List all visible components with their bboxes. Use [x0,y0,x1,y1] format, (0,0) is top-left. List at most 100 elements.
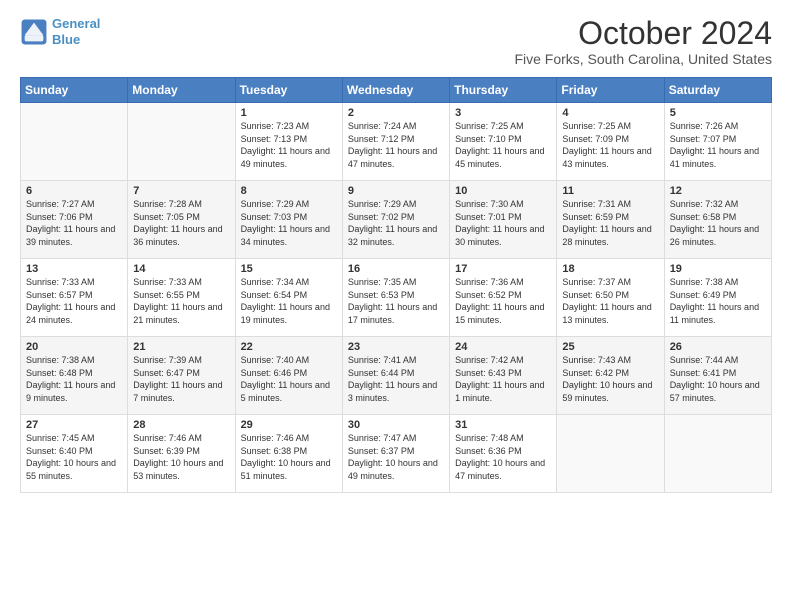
day-number: 3 [455,107,551,119]
calendar-cell: 11Sunrise: 7:31 AM Sunset: 6:59 PM Dayli… [557,181,664,259]
calendar-cell: 21Sunrise: 7:39 AM Sunset: 6:47 PM Dayli… [128,337,235,415]
day-info: Sunrise: 7:39 AM Sunset: 6:47 PM Dayligh… [133,354,229,404]
day-number: 8 [241,185,337,197]
calendar-cell: 26Sunrise: 7:44 AM Sunset: 6:41 PM Dayli… [664,337,771,415]
calendar-cell: 17Sunrise: 7:36 AM Sunset: 6:52 PM Dayli… [450,259,557,337]
title-block: October 2024 Five Forks, South Carolina,… [514,16,772,67]
month-title: October 2024 [514,16,772,51]
page: General Blue October 2024 Five Forks, So… [0,0,792,612]
calendar-cell: 9Sunrise: 7:29 AM Sunset: 7:02 PM Daylig… [342,181,449,259]
day-number: 9 [348,185,444,197]
calendar-cell: 13Sunrise: 7:33 AM Sunset: 6:57 PM Dayli… [21,259,128,337]
day-info: Sunrise: 7:45 AM Sunset: 6:40 PM Dayligh… [26,432,122,482]
day-number: 4 [562,107,658,119]
calendar-week-1: 1Sunrise: 7:23 AM Sunset: 7:13 PM Daylig… [21,103,772,181]
calendar-cell: 7Sunrise: 7:28 AM Sunset: 7:05 PM Daylig… [128,181,235,259]
calendar-cell: 8Sunrise: 7:29 AM Sunset: 7:03 PM Daylig… [235,181,342,259]
day-number: 13 [26,263,122,275]
day-info: Sunrise: 7:24 AM Sunset: 7:12 PM Dayligh… [348,120,444,170]
calendar-body: 1Sunrise: 7:23 AM Sunset: 7:13 PM Daylig… [21,103,772,493]
day-info: Sunrise: 7:35 AM Sunset: 6:53 PM Dayligh… [348,276,444,326]
calendar-cell: 22Sunrise: 7:40 AM Sunset: 6:46 PM Dayli… [235,337,342,415]
day-info: Sunrise: 7:46 AM Sunset: 6:38 PM Dayligh… [241,432,337,482]
calendar-cell: 23Sunrise: 7:41 AM Sunset: 6:44 PM Dayli… [342,337,449,415]
day-info: Sunrise: 7:27 AM Sunset: 7:06 PM Dayligh… [26,198,122,248]
day-info: Sunrise: 7:38 AM Sunset: 6:49 PM Dayligh… [670,276,766,326]
calendar-cell: 1Sunrise: 7:23 AM Sunset: 7:13 PM Daylig… [235,103,342,181]
day-number: 15 [241,263,337,275]
day-info: Sunrise: 7:32 AM Sunset: 6:58 PM Dayligh… [670,198,766,248]
day-number: 14 [133,263,229,275]
day-number: 23 [348,341,444,353]
day-number: 20 [26,341,122,353]
day-info: Sunrise: 7:29 AM Sunset: 7:02 PM Dayligh… [348,198,444,248]
day-number: 29 [241,419,337,431]
weekday-header-saturday: Saturday [664,78,771,103]
calendar-cell: 5Sunrise: 7:26 AM Sunset: 7:07 PM Daylig… [664,103,771,181]
day-number: 12 [670,185,766,197]
day-number: 18 [562,263,658,275]
weekday-header-thursday: Thursday [450,78,557,103]
calendar-week-2: 6Sunrise: 7:27 AM Sunset: 7:06 PM Daylig… [21,181,772,259]
day-number: 1 [241,107,337,119]
day-info: Sunrise: 7:25 AM Sunset: 7:10 PM Dayligh… [455,120,551,170]
day-info: Sunrise: 7:44 AM Sunset: 6:41 PM Dayligh… [670,354,766,404]
day-info: Sunrise: 7:42 AM Sunset: 6:43 PM Dayligh… [455,354,551,404]
day-number: 27 [26,419,122,431]
header: General Blue October 2024 Five Forks, So… [20,16,772,67]
calendar-week-4: 20Sunrise: 7:38 AM Sunset: 6:48 PM Dayli… [21,337,772,415]
day-info: Sunrise: 7:48 AM Sunset: 6:36 PM Dayligh… [455,432,551,482]
calendar-cell: 31Sunrise: 7:48 AM Sunset: 6:36 PM Dayli… [450,415,557,493]
calendar-cell [128,103,235,181]
logo-icon [20,18,48,46]
location-title: Five Forks, South Carolina, United State… [514,51,772,67]
day-number: 5 [670,107,766,119]
logo: General Blue [20,16,100,47]
day-number: 6 [26,185,122,197]
day-info: Sunrise: 7:38 AM Sunset: 6:48 PM Dayligh… [26,354,122,404]
calendar-cell: 27Sunrise: 7:45 AM Sunset: 6:40 PM Dayli… [21,415,128,493]
calendar-cell: 15Sunrise: 7:34 AM Sunset: 6:54 PM Dayli… [235,259,342,337]
calendar-cell: 6Sunrise: 7:27 AM Sunset: 7:06 PM Daylig… [21,181,128,259]
calendar-week-3: 13Sunrise: 7:33 AM Sunset: 6:57 PM Dayli… [21,259,772,337]
day-info: Sunrise: 7:47 AM Sunset: 6:37 PM Dayligh… [348,432,444,482]
day-number: 22 [241,341,337,353]
calendar-cell: 24Sunrise: 7:42 AM Sunset: 6:43 PM Dayli… [450,337,557,415]
calendar-table: SundayMondayTuesdayWednesdayThursdayFrid… [20,77,772,493]
calendar-cell: 3Sunrise: 7:25 AM Sunset: 7:10 PM Daylig… [450,103,557,181]
day-info: Sunrise: 7:30 AM Sunset: 7:01 PM Dayligh… [455,198,551,248]
day-number: 11 [562,185,658,197]
day-info: Sunrise: 7:40 AM Sunset: 6:46 PM Dayligh… [241,354,337,404]
day-info: Sunrise: 7:37 AM Sunset: 6:50 PM Dayligh… [562,276,658,326]
day-info: Sunrise: 7:33 AM Sunset: 6:55 PM Dayligh… [133,276,229,326]
day-number: 21 [133,341,229,353]
calendar-cell: 18Sunrise: 7:37 AM Sunset: 6:50 PM Dayli… [557,259,664,337]
day-number: 2 [348,107,444,119]
calendar-cell: 19Sunrise: 7:38 AM Sunset: 6:49 PM Dayli… [664,259,771,337]
calendar-cell: 29Sunrise: 7:46 AM Sunset: 6:38 PM Dayli… [235,415,342,493]
weekday-header-friday: Friday [557,78,664,103]
day-number: 16 [348,263,444,275]
day-info: Sunrise: 7:36 AM Sunset: 6:52 PM Dayligh… [455,276,551,326]
day-info: Sunrise: 7:43 AM Sunset: 6:42 PM Dayligh… [562,354,658,404]
day-number: 19 [670,263,766,275]
calendar-cell: 4Sunrise: 7:25 AM Sunset: 7:09 PM Daylig… [557,103,664,181]
calendar-cell: 2Sunrise: 7:24 AM Sunset: 7:12 PM Daylig… [342,103,449,181]
calendar-cell: 16Sunrise: 7:35 AM Sunset: 6:53 PM Dayli… [342,259,449,337]
logo-line1: General [52,16,100,31]
logo-text: General Blue [52,16,100,47]
day-number: 31 [455,419,551,431]
weekday-header-wednesday: Wednesday [342,78,449,103]
day-info: Sunrise: 7:28 AM Sunset: 7:05 PM Dayligh… [133,198,229,248]
day-number: 7 [133,185,229,197]
calendar-cell: 12Sunrise: 7:32 AM Sunset: 6:58 PM Dayli… [664,181,771,259]
day-info: Sunrise: 7:25 AM Sunset: 7:09 PM Dayligh… [562,120,658,170]
calendar-cell: 30Sunrise: 7:47 AM Sunset: 6:37 PM Dayli… [342,415,449,493]
day-info: Sunrise: 7:41 AM Sunset: 6:44 PM Dayligh… [348,354,444,404]
calendar-week-5: 27Sunrise: 7:45 AM Sunset: 6:40 PM Dayli… [21,415,772,493]
logo-line2: Blue [52,32,80,47]
day-number: 25 [562,341,658,353]
calendar-cell [664,415,771,493]
day-info: Sunrise: 7:46 AM Sunset: 6:39 PM Dayligh… [133,432,229,482]
calendar-header: SundayMondayTuesdayWednesdayThursdayFrid… [21,78,772,103]
